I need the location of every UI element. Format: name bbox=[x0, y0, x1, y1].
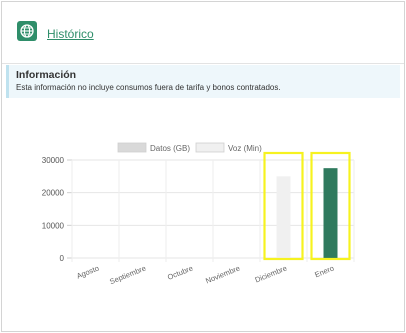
bar-enero bbox=[323, 168, 338, 258]
y-tick-label: 10000 bbox=[42, 221, 65, 230]
legend-swatch bbox=[195, 142, 225, 153]
x-tick-label: Diciembre bbox=[254, 264, 289, 285]
bar-diciembre bbox=[276, 176, 291, 258]
legend-label: Datos (GB) bbox=[150, 144, 190, 153]
x-tick-label: Octubre bbox=[166, 264, 194, 282]
y-tick-label: 30000 bbox=[42, 156, 65, 165]
x-tick-label: Septiembre bbox=[108, 264, 147, 287]
y-tick-label: 20000 bbox=[42, 189, 65, 198]
legend-swatch bbox=[117, 142, 147, 153]
x-tick-label: Noviembre bbox=[204, 264, 241, 286]
y-tick-label: 0 bbox=[60, 254, 65, 263]
usage-chart: 0 10000 20000 30000 Agosto Septiembre Octubre N… bbox=[42, 142, 355, 287]
x-tick-label: Agosto bbox=[75, 264, 100, 281]
legend-label: Voz (Min) bbox=[228, 144, 262, 153]
x-tick-label: Enero bbox=[313, 264, 335, 280]
